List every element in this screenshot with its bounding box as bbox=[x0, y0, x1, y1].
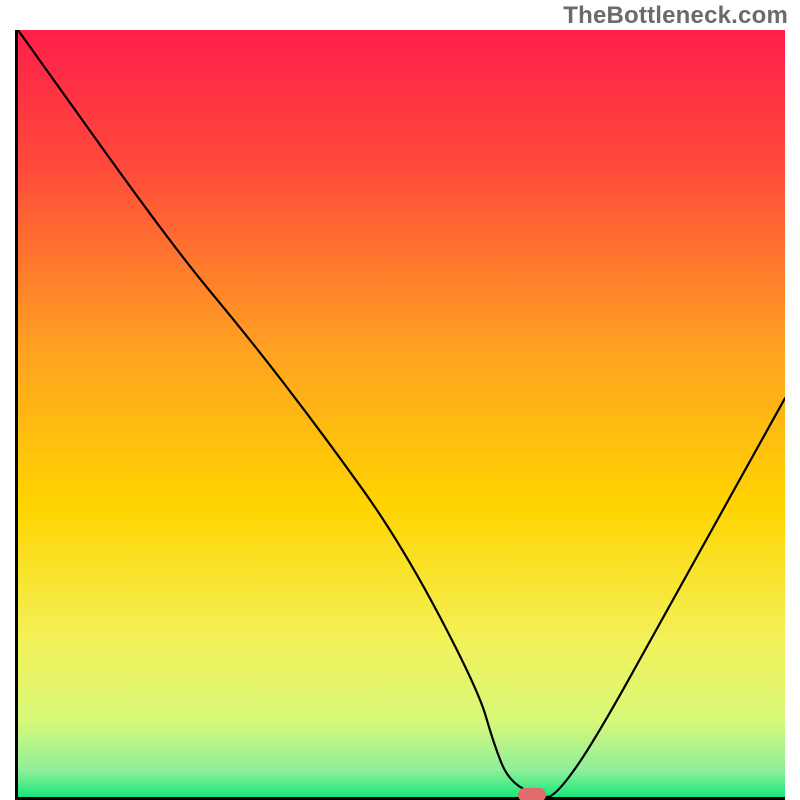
bottleneck-curve bbox=[18, 30, 785, 797]
watermark-text: TheBottleneck.com bbox=[563, 2, 788, 30]
plot-area bbox=[15, 30, 785, 800]
optimal-marker bbox=[518, 788, 546, 800]
chart-frame: TheBottleneck.com bbox=[0, 0, 800, 800]
